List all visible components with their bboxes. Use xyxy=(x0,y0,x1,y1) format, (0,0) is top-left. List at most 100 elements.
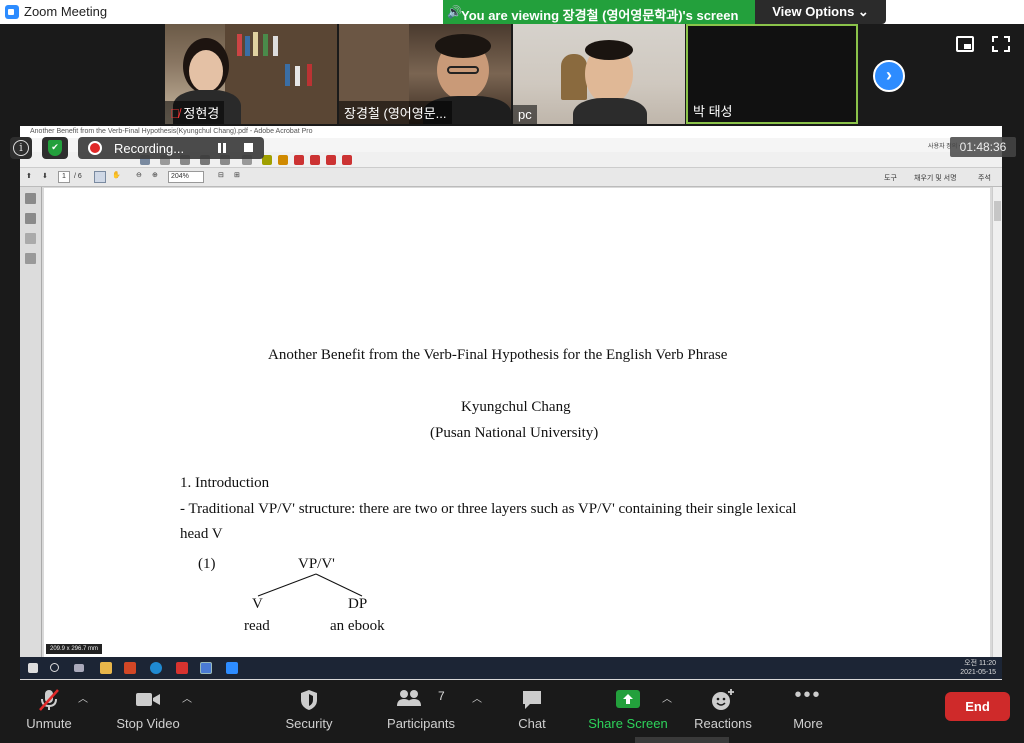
participants-button[interactable]: 7 Participants xyxy=(382,680,460,743)
doc-author: Kyungchul Chang xyxy=(461,399,571,415)
video-tile-active-speaker[interactable]: 박 태성 xyxy=(686,24,858,124)
share-screen-arrow-icon xyxy=(616,690,640,708)
tree-node-left: V xyxy=(252,596,263,612)
page-total: / 6 xyxy=(74,173,82,180)
tree-leaf-left: read xyxy=(244,618,270,634)
chat-button[interactable]: Chat xyxy=(510,680,554,743)
viewing-banner: 🔊 You are viewing 장경철 (영어영문학과)'s screen xyxy=(443,0,755,24)
page-number-input[interactable]: 1 xyxy=(58,171,70,183)
speaker-icon: 🔊 xyxy=(447,5,462,19)
participants-options-chevron-icon[interactable]: ︿ xyxy=(472,690,482,705)
tools-tab[interactable]: 도구 xyxy=(884,173,897,183)
taskbar-date: 2021-05-15 xyxy=(960,669,996,676)
task-view-icon[interactable] xyxy=(74,664,84,672)
reactions-button[interactable]: Reactions xyxy=(690,680,756,743)
signature-panel-icon[interactable] xyxy=(25,233,36,244)
security-button[interactable]: Security xyxy=(276,680,342,743)
page-dimension-tooltip: 209.9 x 296.7 mm xyxy=(46,644,102,654)
acrobat-nav-toolbar: ⬆ ⬇ 1 / 6 ✋ ⊖ ⊕ 204% ⊟ ⊞ 도구 채우기 및 서명 주석 xyxy=(20,168,1002,187)
zoom-logo-icon xyxy=(5,5,19,19)
next-page-arrow-icon[interactable]: › xyxy=(873,60,905,92)
pause-recording-button[interactable] xyxy=(216,142,228,154)
prev-page-icon[interactable]: ⬆ xyxy=(26,172,32,180)
doc-section-heading: 1. Introduction xyxy=(180,475,270,491)
bottom-edge-strip xyxy=(635,737,729,743)
more-label: More xyxy=(793,716,823,731)
select-tool-icon[interactable] xyxy=(94,171,106,183)
reactions-label: Reactions xyxy=(694,716,752,731)
security-label: Security xyxy=(285,716,333,731)
windows-taskbar: 오전 11:20 2021-05-15 xyxy=(20,657,1002,679)
participant-name: pc xyxy=(513,105,537,124)
view-options-button[interactable]: View Options ⌄ xyxy=(755,0,886,24)
meeting-controls: Unmute ︿ Stop Video ︿ Security 7 Partici… xyxy=(0,680,1024,743)
stop-video-button[interactable]: Stop Video xyxy=(110,680,186,743)
fit-width-icon[interactable]: ⊟ xyxy=(218,171,224,179)
end-meeting-button[interactable]: End xyxy=(945,692,1010,721)
record-dot-icon xyxy=(88,141,102,155)
fit-page-icon[interactable]: ⊞ xyxy=(234,171,240,179)
muted-microphone-icon xyxy=(39,689,59,711)
file-explorer-icon[interactable] xyxy=(100,662,112,674)
participant-name: 🎙̸ 정현경 xyxy=(165,101,225,124)
edge-icon[interactable] xyxy=(150,662,162,674)
shared-screen: Another Benefit from the Verb-Final Hypo… xyxy=(20,126,1002,680)
viewing-banner-text: You are viewing 장경철 (영어영문학과)'s screen xyxy=(461,8,739,23)
video-tile[interactable]: 장경철 (영어영문... xyxy=(339,24,511,124)
zoom-in-icon[interactable]: ⊕ xyxy=(152,171,158,179)
stop-video-label: Stop Video xyxy=(116,716,180,731)
audio-options-chevron-icon[interactable]: ︿ xyxy=(78,690,88,705)
example-number: (1) xyxy=(198,556,216,572)
muted-mic-icon: 🎙̸ xyxy=(170,106,184,121)
video-tile[interactable]: pc xyxy=(513,24,685,124)
zoom-taskbar-icon[interactable] xyxy=(226,662,238,674)
bookmarks-panel-icon[interactable] xyxy=(25,213,36,224)
video-options-chevron-icon[interactable]: ︿ xyxy=(182,690,192,705)
reactions-smiley-icon xyxy=(712,689,734,710)
app-icon[interactable] xyxy=(200,662,212,674)
participant-name: 박 태성 xyxy=(693,104,733,119)
chat-label: Chat xyxy=(518,716,546,731)
video-camera-icon xyxy=(136,693,160,706)
windows-start-icon[interactable] xyxy=(28,663,38,673)
acrobat-sidebar xyxy=(20,187,42,657)
syntax-tree-branches xyxy=(257,573,363,597)
shield-icon xyxy=(301,690,317,710)
picture-in-picture-icon[interactable] xyxy=(956,36,974,52)
participants-count: 7 xyxy=(438,689,445,703)
participants-label: Participants xyxy=(387,716,455,731)
comment-tab[interactable]: 주석 xyxy=(978,173,991,183)
attachments-panel-icon[interactable] xyxy=(25,253,36,264)
unmute-button[interactable]: Unmute xyxy=(14,680,84,743)
video-tile[interactable]: 🎙̸ 정현경 xyxy=(165,24,337,124)
pages-panel-icon[interactable] xyxy=(25,193,36,204)
tree-leaf-right: an ebook xyxy=(330,618,385,634)
search-icon[interactable] xyxy=(50,663,59,672)
doc-bullet-line: head V xyxy=(180,526,223,542)
share-screen-button[interactable]: Share Screen xyxy=(586,680,670,743)
zoom-out-icon[interactable]: ⊖ xyxy=(136,171,142,179)
taskbar-clock: 오전 11:20 2021-05-15 xyxy=(960,659,996,677)
unmute-label: Unmute xyxy=(26,716,72,731)
encryption-shield-button[interactable]: ✔ xyxy=(42,137,68,159)
more-button[interactable]: ••• More xyxy=(784,680,832,743)
next-page-icon[interactable]: ⬇ xyxy=(42,172,48,180)
zoom-level-select[interactable]: 204% xyxy=(168,171,204,183)
chat-bubble-icon xyxy=(523,691,541,709)
acrobat-scrollbar[interactable] xyxy=(992,187,1002,657)
acrobat-icon[interactable] xyxy=(176,662,188,674)
hand-tool-icon[interactable]: ✋ xyxy=(112,171,121,179)
share-options-chevron-icon[interactable]: ︿ xyxy=(662,690,672,705)
tree-root-label: VP/V' xyxy=(298,556,335,572)
doc-bullet-line: - Traditional VP/V' structure: there are… xyxy=(180,501,797,517)
fullscreen-icon[interactable] xyxy=(992,36,1010,52)
fill-sign-tab[interactable]: 채우기 및 서명 xyxy=(914,173,957,183)
meeting-info-button[interactable]: i xyxy=(10,137,32,159)
stop-recording-button[interactable] xyxy=(244,143,253,152)
tree-node-right: DP xyxy=(348,596,368,612)
powerpoint-icon[interactable] xyxy=(124,662,136,674)
doc-affiliation: (Pusan National University) xyxy=(430,425,599,441)
recording-label: Recording... xyxy=(114,141,185,156)
meeting-timer: 01:48:36 xyxy=(950,137,1016,157)
recording-indicator: Recording... xyxy=(78,137,264,159)
